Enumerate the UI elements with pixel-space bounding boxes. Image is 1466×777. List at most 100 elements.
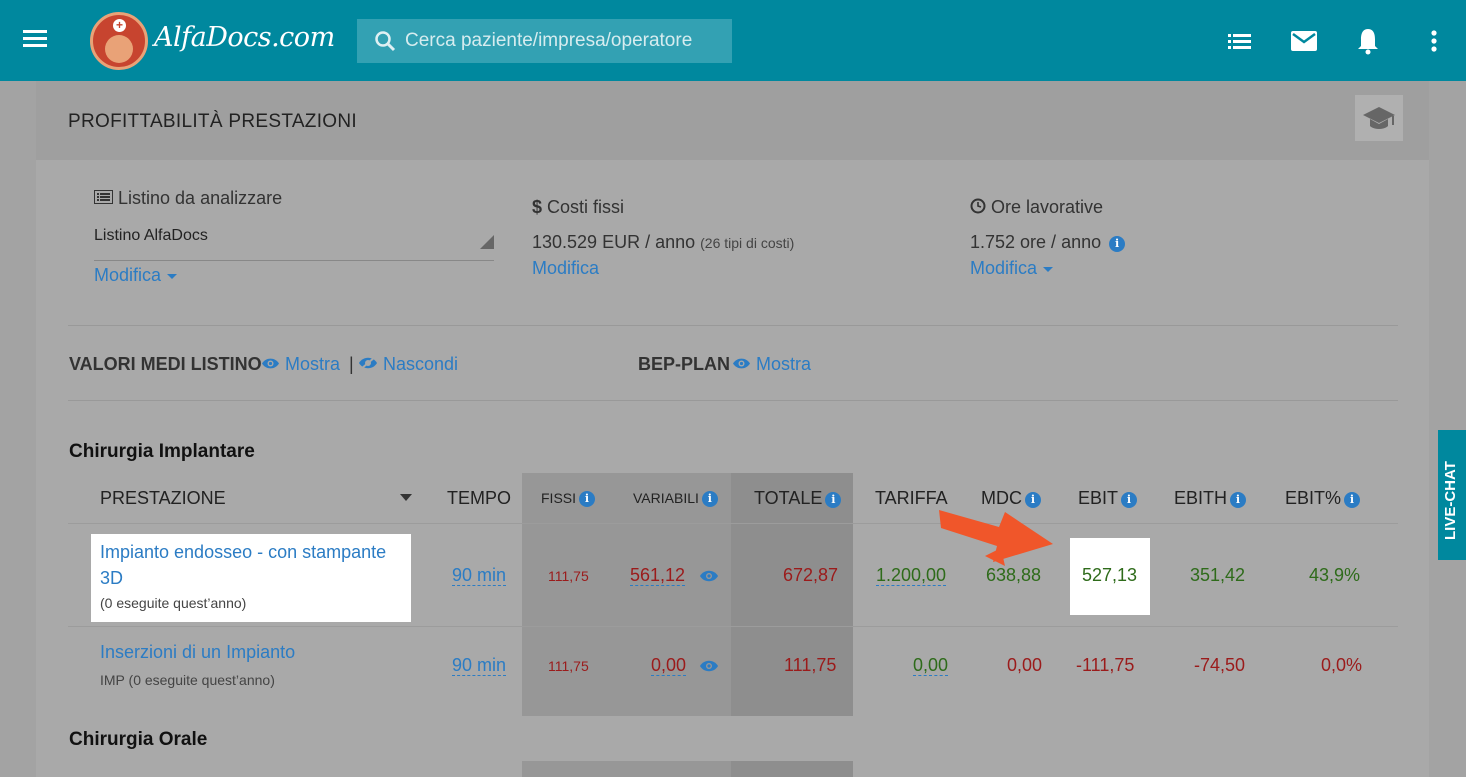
col-header-variabili-text: VARIABILI [633, 490, 699, 506]
col-header-totale-text: TOTALE [754, 488, 823, 508]
ebith-value: -74,50 [1194, 655, 1246, 675]
list-icon[interactable] [1225, 26, 1255, 56]
divider [68, 626, 1398, 627]
divider [68, 523, 1398, 524]
costi-modify-link[interactable]: Modifica [532, 258, 599, 279]
sort-caret-icon[interactable] [400, 494, 412, 501]
eye-icon[interactable] [699, 569, 719, 583]
tempo-value-text: 90 min [452, 565, 507, 586]
fissi-value: 111,75 [548, 658, 589, 674]
info-icon[interactable]: i [701, 491, 718, 507]
ebit-value: 527,13 [1082, 565, 1138, 585]
prestazione-link[interactable]: Inserzioni di un Impianto [100, 642, 295, 663]
valori-hide-link[interactable]: Nascondi [358, 354, 458, 375]
info-icon[interactable]: i [1109, 236, 1126, 252]
listino-modify-link[interactable]: Modifica [94, 265, 178, 286]
ore-value: 1.752 ore / anno i [970, 232, 1126, 253]
more-vert-icon[interactable] [1419, 26, 1449, 56]
bell-icon[interactable] [1353, 26, 1383, 56]
ebith-value: 351,42 [1190, 565, 1246, 585]
live-chat-tab[interactable]: LIVE-CHAT [1438, 430, 1466, 560]
tempo-value[interactable]: 90 min [452, 565, 507, 586]
graduation-cap-icon [1363, 107, 1395, 129]
caret-down-icon [1043, 266, 1054, 272]
col-header-ebitp: EBIT% i [1285, 488, 1361, 509]
col-header-fissi-text: FISSI [541, 490, 577, 506]
col-header-ebitp-text: EBIT% [1285, 488, 1342, 508]
ebitp-value: 0,0% [1321, 655, 1363, 675]
search-icon [375, 31, 396, 52]
prestazione-name-line2: 3D [100, 568, 124, 588]
tutorial-button[interactable] [1355, 95, 1403, 141]
prestazione-sub: IMP (0 eseguite quest’anno) [100, 672, 275, 688]
listino-modify-text: Modifica [94, 265, 162, 285]
col-header-ebith-text: EBITH [1174, 488, 1228, 508]
eye-slash-icon [359, 356, 377, 370]
bep-plan-label: BEP-PLAN [638, 354, 731, 374]
page-title: PROFITTABILITÀ PRESTAZIONI [68, 111, 357, 132]
bep-show-text: Mostra [756, 354, 812, 374]
mail-icon[interactable] [1289, 26, 1319, 56]
ebit-value: -111,75 [1076, 655, 1135, 675]
ore-modify-text: Modifica [970, 258, 1038, 278]
tempo-value-text: 90 min [452, 655, 507, 676]
eye-icon [733, 358, 750, 369]
mdc-value: 0,00 [1007, 655, 1043, 675]
variabili-value[interactable]: 561,12 [630, 565, 686, 586]
search-box[interactable] [357, 19, 732, 63]
col-header-ebit-text: EBIT [1078, 488, 1119, 508]
ore-label: Ore lavorative [970, 197, 1103, 218]
totale-value: 111,75 [784, 655, 837, 675]
fissi-value: 111,75 [548, 568, 589, 584]
prestazione-name-line1: Impianto endosseo - con stampante [100, 542, 387, 562]
ore-label-text: Ore lavorative [991, 197, 1104, 217]
tempo-value[interactable]: 90 min [452, 655, 507, 676]
ore-modify-link[interactable]: Modifica [970, 258, 1054, 279]
info-icon[interactable]: i [1121, 492, 1138, 508]
listino-label-text: Listino da analizzare [118, 188, 283, 208]
tariffa-value[interactable]: 0,00 [913, 655, 949, 676]
logo[interactable]: + AlfaDocs.com [90, 12, 335, 72]
panel-header: PROFITTABILITÀ PRESTAZIONI [36, 81, 1429, 160]
costi-label-text: Costi fissi [547, 197, 625, 217]
live-chat-label: LIVE-CHAT [1442, 461, 1459, 540]
col-header-tempo: TEMPO [447, 488, 512, 508]
top-bar: + AlfaDocs.com [0, 0, 1466, 81]
listino-selected-value: Listino AlfaDocs [94, 227, 208, 244]
select-arrow-icon [480, 235, 494, 249]
section-title: Chirurgia Orale [69, 729, 208, 750]
totale-value: 672,87 [783, 565, 839, 585]
total-column-shade [731, 761, 853, 777]
menu-icon[interactable] [23, 30, 47, 48]
lion-logo-icon: + [90, 12, 148, 70]
valori-show-text: Mostra [285, 354, 341, 374]
prestazione-sub: (0 eseguite quest’anno) [100, 595, 247, 611]
costi-value: 130.529 EUR / anno (26 tipi di costi) [532, 232, 794, 253]
variabili-value[interactable]: 0,00 [651, 655, 687, 676]
bep-show-link[interactable]: Mostra [732, 354, 811, 375]
info-icon[interactable]: i [1344, 492, 1361, 508]
ore-value-text: 1.752 ore / anno [970, 232, 1102, 252]
listino-label: Listino da analizzare [94, 188, 282, 209]
section-title: Chirurgia Implantare [69, 441, 255, 462]
info-icon[interactable]: i [825, 492, 842, 508]
info-icon[interactable]: i [1230, 492, 1247, 508]
logo-text: AlfaDocs.com [154, 22, 335, 53]
prestazione-link[interactable]: Impianto endosseo - con stampante 3D [100, 539, 386, 591]
eye-icon [262, 358, 279, 369]
eye-icon[interactable] [699, 659, 719, 673]
caret-down-icon [167, 273, 178, 279]
col-header-prestazione[interactable]: PRESTAZIONE [100, 488, 226, 509]
main-panel: PROFITTABILITÀ PRESTAZIONI Listino da an… [36, 81, 1429, 777]
callout-arrow-icon [939, 510, 1053, 566]
valori-show-link[interactable]: Mostra [261, 354, 340, 375]
cost-columns-shade [522, 473, 731, 716]
col-header-variabili: VARIABILI i [633, 490, 718, 507]
info-icon[interactable]: i [579, 491, 596, 507]
search-input[interactable] [405, 19, 725, 63]
divider [68, 325, 1398, 326]
clock-icon [970, 198, 986, 214]
ebitp-value: 43,9% [1309, 565, 1361, 585]
col-header-ebit: EBIT i [1078, 488, 1138, 509]
listino-select[interactable]: Listino AlfaDocs [94, 227, 494, 261]
